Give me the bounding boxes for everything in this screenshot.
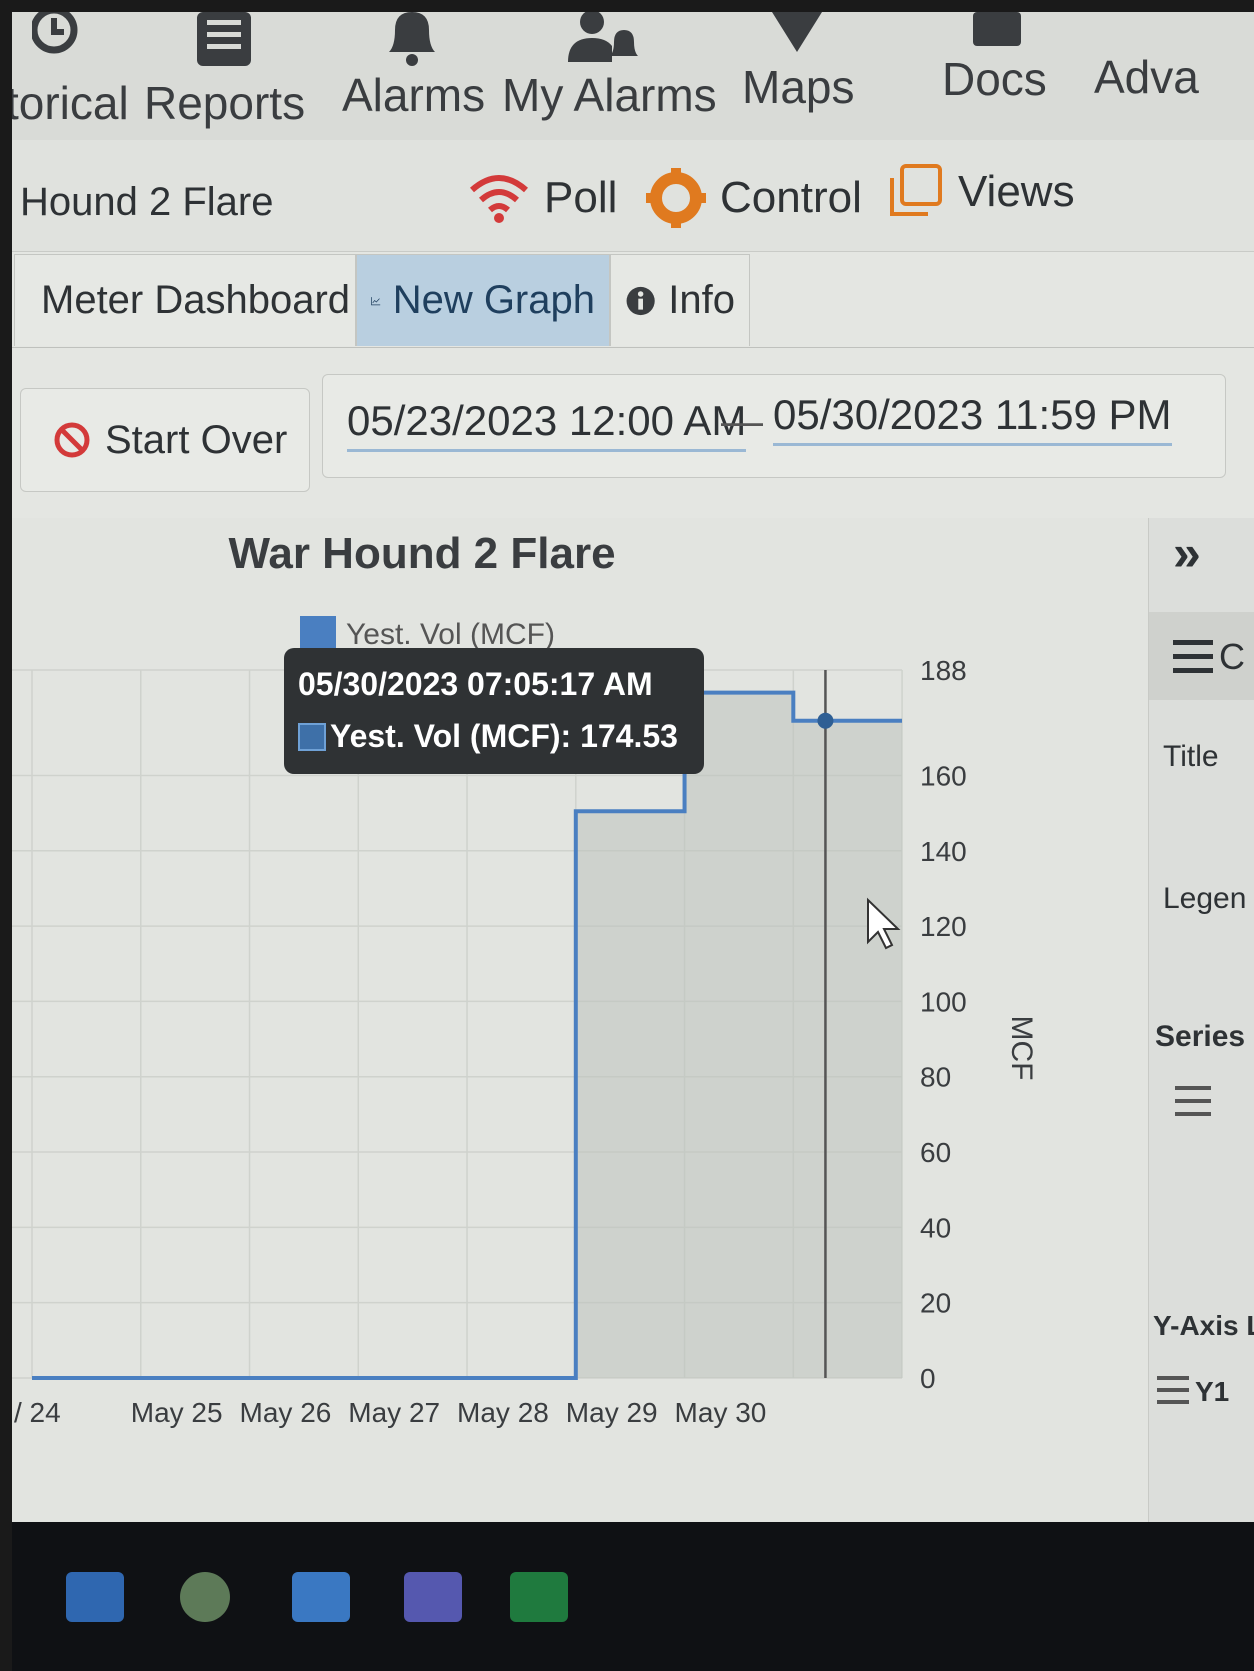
- start-over-button[interactable]: Start Over: [20, 388, 310, 492]
- screen: torical Reports Alarms My Alarms Maps Do…: [12, 12, 1254, 1522]
- app-icon[interactable]: [66, 1572, 124, 1622]
- y-axis-option-label: Y-Axis L: [1153, 1310, 1254, 1341]
- y1-menu-icon[interactable]: [1157, 1376, 1189, 1404]
- options-menu-header[interactable]: C: [1149, 612, 1254, 700]
- nav-label: Alarms: [342, 69, 486, 121]
- nav-item-advanced[interactable]: Adva: [1094, 12, 1254, 140]
- info-icon: [626, 286, 655, 315]
- options-menu-label: C: [1219, 636, 1245, 677]
- start-over-label: Start Over: [105, 417, 288, 462]
- photos-icon[interactable]: [292, 1572, 350, 1622]
- nav-label: Maps: [742, 61, 855, 113]
- meter-bar: Hound 2 Flare Poll Control Views: [12, 140, 1254, 252]
- tooltip-time: 05/30/2023 07:05:17 AM: [298, 666, 653, 702]
- y-tick-label: 140: [920, 836, 967, 867]
- poll-button[interactable]: Poll: [468, 168, 617, 228]
- control-button[interactable]: Control: [646, 168, 862, 228]
- map-pin-icon: [772, 12, 822, 52]
- tab-new-graph[interactable]: New Graph: [356, 254, 610, 346]
- chart-title: War Hound 2 Flare: [228, 529, 615, 578]
- teams-icon[interactable]: [404, 1572, 462, 1622]
- views-label: Views: [958, 167, 1075, 216]
- meter-title: Hound 2 Flare: [20, 180, 274, 224]
- title-option-label: Title: [1163, 740, 1219, 773]
- views-button[interactable]: Views: [888, 162, 1075, 222]
- y-tick-label: 120: [920, 911, 967, 942]
- legend-swatch: [300, 616, 336, 652]
- line-chart-icon: [371, 296, 381, 305]
- highlight-point: [817, 712, 834, 729]
- nav-item-my-alarms[interactable]: My Alarms: [502, 12, 717, 140]
- y-axis-label: MCF: [1005, 1016, 1038, 1081]
- y-tick-label: 100: [920, 986, 967, 1017]
- docs-icon: [973, 12, 1021, 46]
- gear-icon: [646, 168, 706, 228]
- tab-bar: Meter Dashboard New Graph Info: [12, 252, 1254, 348]
- user-bell-icon: [568, 12, 638, 62]
- tooltip-swatch: [298, 722, 326, 751]
- nav-item-maps[interactable]: Maps: [742, 12, 855, 140]
- tab-label: Meter Dashboard: [41, 278, 351, 322]
- bell-icon: [389, 12, 435, 66]
- y-tick-label: 188: [920, 655, 967, 686]
- poll-label: Poll: [544, 173, 618, 222]
- date-from-input[interactable]: 05/23/2023 12:00 AM: [347, 397, 747, 452]
- x-tick-label: May 29: [566, 1397, 658, 1428]
- y-tick-label: 60: [920, 1137, 951, 1168]
- date-range-picker: 05/23/2023 12:00 AM — 05/30/2023 11:59 P…: [322, 374, 1226, 478]
- wifi-icon: [470, 175, 528, 223]
- y-tick-label: 40: [920, 1212, 951, 1243]
- nav-label: Docs: [942, 53, 1047, 105]
- globe-icon[interactable]: [180, 1572, 230, 1622]
- nav-label: Adva: [1094, 51, 1199, 103]
- legend-option-label: Legen: [1163, 882, 1247, 915]
- history-icon: [32, 12, 78, 54]
- y-tick-label: 80: [920, 1062, 951, 1093]
- menu-icon: [1173, 640, 1213, 673]
- legend-text: Yest. Vol (MCF): [346, 618, 555, 651]
- x-tick-label: May 30: [675, 1397, 767, 1428]
- chart-tooltip: 05/30/2023 07:05:17 AM Yest. Vol (MCF): …: [284, 648, 704, 774]
- control-label: Control: [720, 173, 862, 222]
- nav-item-docs[interactable]: Docs: [942, 12, 1052, 140]
- tooltip-value-text: Yest. Vol (MCF): 174.53: [330, 718, 678, 754]
- chart-options-panel: » C Title Legen Series Y-Axis L Y1: [1148, 518, 1254, 1522]
- nav-label: Reports: [144, 77, 306, 129]
- collapse-panel-button[interactable]: »: [1173, 524, 1201, 582]
- tab-label: New Graph: [392, 278, 595, 322]
- x-tick-label: May 25: [131, 1397, 223, 1428]
- y1-label: Y1: [1195, 1376, 1230, 1407]
- nav-item-alarms[interactable]: Alarms: [342, 12, 486, 140]
- nav-label: torical: [12, 77, 129, 129]
- taskbar: [12, 1522, 1254, 1671]
- top-nav: torical Reports Alarms My Alarms Maps Do…: [12, 12, 1254, 140]
- y-tick-label: 20: [920, 1288, 951, 1319]
- x-tick-label: May 26: [240, 1397, 332, 1428]
- y-tick-label: 0: [920, 1363, 936, 1394]
- nav-item-reports[interactable]: Reports: [144, 12, 306, 140]
- y-tick-label: 160: [920, 760, 967, 791]
- tab-info[interactable]: Info: [610, 254, 750, 346]
- nav-item-historical[interactable]: torical: [12, 12, 129, 140]
- date-separator: —: [721, 397, 763, 444]
- date-to-input[interactable]: 05/30/2023 11:59 PM: [773, 391, 1172, 446]
- tooltip-value: Yest. Vol (MCF): 174.53: [298, 718, 678, 755]
- x-tick-label: May 27: [348, 1397, 440, 1428]
- reports-icon: [197, 12, 251, 66]
- x-tick-label: May 28: [457, 1397, 549, 1428]
- tab-label: Info: [668, 278, 735, 322]
- series-menu-icon[interactable]: [1175, 1086, 1211, 1116]
- nav-label: My Alarms: [502, 69, 717, 121]
- series-option-label: Series: [1155, 1020, 1246, 1053]
- excel-icon[interactable]: [510, 1572, 568, 1622]
- x-tick-label: / 24: [14, 1397, 61, 1428]
- tab-meter-dashboard[interactable]: Meter Dashboard: [14, 254, 356, 346]
- ban-icon: [54, 422, 90, 458]
- views-icon: [890, 164, 942, 216]
